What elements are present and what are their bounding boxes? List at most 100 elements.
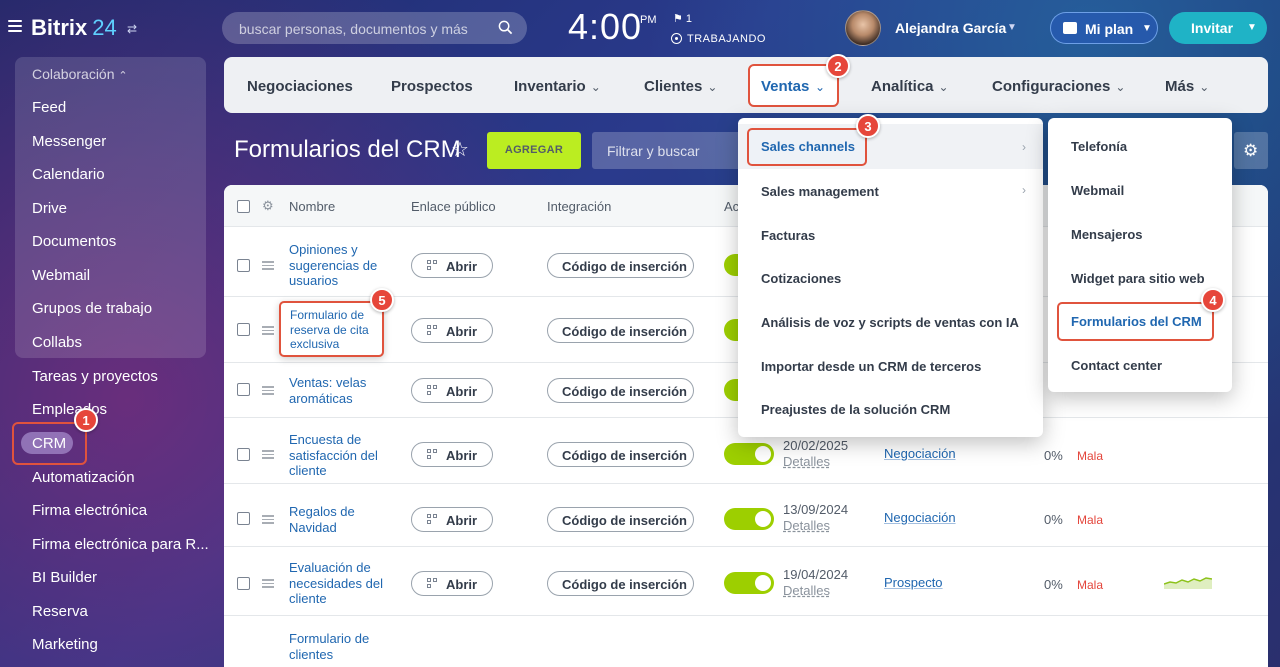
sidebar-item-messenger[interactable]: Messenger (32, 133, 106, 150)
row-checkbox[interactable] (237, 383, 250, 396)
submenu-item-webmail[interactable]: Webmail (1071, 183, 1124, 198)
submenu-item-messengers[interactable]: Mensajeros (1071, 227, 1143, 242)
sidebar-item-bi-builder[interactable]: BI Builder (32, 569, 97, 586)
row-checkbox[interactable] (237, 577, 250, 590)
active-toggle[interactable] (724, 443, 774, 465)
menu-item-crm-presets[interactable]: Preajustes de la solución CRM (761, 402, 950, 417)
sidebar-item-collabs[interactable]: Collabs (32, 334, 82, 351)
drag-handle-icon[interactable] (262, 579, 274, 588)
logo[interactable]: Bitrix 24 (31, 15, 117, 41)
tab-leads[interactable]: Prospectos (391, 78, 473, 95)
form-name-link[interactable]: Opiniones y sugerencias de usuarios (289, 242, 389, 289)
theme-toggle-icon[interactable]: ⇄ (127, 22, 137, 36)
sidebar-item-automation[interactable]: Automatización (32, 469, 135, 486)
tab-more[interactable]: Más ⌄ (1165, 78, 1209, 95)
drag-handle-icon[interactable] (262, 386, 274, 395)
row-checkbox[interactable] (237, 259, 250, 272)
submenu-item-crm-forms[interactable]: Formularios del CRM (1071, 314, 1202, 329)
menu-item-import-crm[interactable]: Importar desde un CRM de terceros (761, 359, 981, 374)
embed-code-button[interactable]: Código de inserción (547, 253, 694, 278)
tab-deals[interactable]: Negociaciones (247, 78, 353, 95)
column-name[interactable]: Nombre (289, 199, 335, 214)
sidebar-group-title[interactable]: Colaboración ⌃ (32, 66, 128, 82)
form-name-link[interactable]: Regalos de Navidad (289, 504, 389, 535)
details-link[interactable]: Detalles (783, 454, 830, 469)
embed-code-button[interactable]: Código de inserción (547, 318, 694, 343)
invite-button[interactable]: Invitar ▼ (1169, 12, 1267, 44)
active-toggle[interactable] (724, 572, 774, 594)
sidebar-item-drive[interactable]: Drive (32, 200, 67, 217)
embed-code-button[interactable]: Código de inserción (547, 507, 694, 532)
open-button[interactable]: Abrir (411, 442, 493, 467)
embed-code-button[interactable]: Código de inserción (547, 378, 694, 403)
embed-code-button[interactable]: Código de inserción (547, 571, 694, 596)
star-icon[interactable]: ☆ (451, 137, 469, 162)
form-name-link[interactable]: Formulario de reserva de cita exclusiva (290, 308, 380, 352)
menu-item-quotes[interactable]: Cotizaciones (761, 271, 841, 286)
sidebar-item-e-signature-hr[interactable]: Firma electrónica para R... (32, 536, 209, 553)
open-button[interactable]: Abrir (411, 318, 493, 343)
details-link[interactable]: Detalles (783, 518, 830, 533)
open-button[interactable]: Abrir (411, 378, 493, 403)
filter-search-input[interactable]: Filtrar y buscar (592, 132, 742, 169)
active-toggle[interactable] (724, 508, 774, 530)
search-input[interactable]: buscar personas, documentos y más (222, 12, 527, 44)
drag-handle-icon[interactable] (262, 450, 274, 459)
menu-item-invoices[interactable]: Facturas (761, 228, 815, 243)
form-name-link[interactable]: Encuesta de satisfacción del cliente (289, 432, 389, 479)
sidebar-item-booking[interactable]: Reserva (32, 603, 88, 620)
column-active[interactable]: Ac (724, 199, 739, 214)
drag-handle-icon[interactable] (262, 261, 274, 270)
search-icon[interactable] (498, 20, 513, 35)
avatar[interactable] (845, 10, 881, 46)
submenu-item-website-widget[interactable]: Widget para sitio web (1071, 271, 1205, 286)
column-integration[interactable]: Integración (547, 199, 611, 214)
menu-item-sales-management[interactable]: Sales management (761, 184, 879, 199)
gear-icon[interactable]: ⚙ (262, 198, 274, 214)
row-checkbox[interactable] (237, 448, 250, 461)
open-button[interactable]: Abrir (411, 571, 493, 596)
tab-customers[interactable]: Clientes ⌄ (644, 78, 717, 95)
submenu-item-contact-center[interactable]: Contact center (1071, 358, 1162, 373)
tab-sales[interactable]: Ventas (761, 78, 809, 95)
embed-code-button[interactable]: Código de inserción (547, 442, 694, 467)
sidebar-item-e-signature[interactable]: Firma electrónica (32, 502, 147, 519)
highlighted-form-name[interactable]: Formulario de reserva de cita exclusiva (279, 301, 384, 357)
tab-analytics[interactable]: Analítica ⌄ (871, 78, 949, 95)
column-public-link[interactable]: Enlace público (411, 199, 496, 214)
details-link[interactable]: Detalles (783, 583, 830, 598)
open-button[interactable]: Abrir (411, 253, 493, 278)
work-status[interactable]: TRABAJANDO (671, 33, 766, 45)
menu-item-sales-channels[interactable]: Sales channels (761, 139, 855, 154)
select-all-checkbox[interactable] (237, 200, 250, 213)
stage-link[interactable]: Prospecto (884, 575, 943, 590)
plan-button[interactable]: Mi plan ▼ (1050, 12, 1158, 44)
sidebar-item-marketing[interactable]: Marketing (32, 636, 98, 653)
stage-link[interactable]: Negociación (884, 446, 956, 461)
open-button[interactable]: Abrir (411, 507, 493, 532)
sidebar-item-workgroups[interactable]: Grupos de trabajo (32, 300, 152, 317)
sidebar-item-tasks[interactable]: Tareas y proyectos (32, 368, 158, 385)
form-name-link[interactable]: Formulario de clientes (289, 631, 389, 662)
menu-item-voice-analysis[interactable]: Análisis de voz y scripts de ventas con … (761, 315, 1019, 330)
chevron-down-icon[interactable]: ▼ (1007, 22, 1017, 33)
drag-handle-icon[interactable] (262, 326, 274, 335)
form-name-link[interactable]: Evaluación de necesidades del cliente (289, 560, 389, 607)
row-checkbox[interactable] (237, 512, 250, 525)
menu-burger-icon[interactable] (8, 20, 22, 32)
sidebar-item-documents[interactable]: Documentos (32, 233, 116, 250)
sidebar-item-webmail[interactable]: Webmail (32, 267, 90, 284)
row-checkbox[interactable] (237, 323, 250, 336)
clock[interactable]: 4:00 (568, 6, 642, 48)
settings-button[interactable]: ⚙ (1234, 132, 1268, 169)
submenu-item-telephony[interactable]: Telefonía (1071, 139, 1127, 154)
flag-counter[interactable]: ⚑ 1 (673, 12, 692, 25)
sidebar-item-calendar[interactable]: Calendario (32, 166, 105, 183)
tab-settings[interactable]: Configuraciones ⌄ (992, 78, 1125, 95)
tab-inventory[interactable]: Inventario ⌄ (514, 78, 601, 95)
form-name-link[interactable]: Ventas: velas aromáticas (289, 375, 389, 406)
sidebar-item-feed[interactable]: Feed (32, 99, 66, 116)
add-button[interactable]: AGREGAR (487, 132, 581, 169)
drag-handle-icon[interactable] (262, 515, 274, 524)
user-name[interactable]: Alejandra García (895, 20, 1006, 36)
